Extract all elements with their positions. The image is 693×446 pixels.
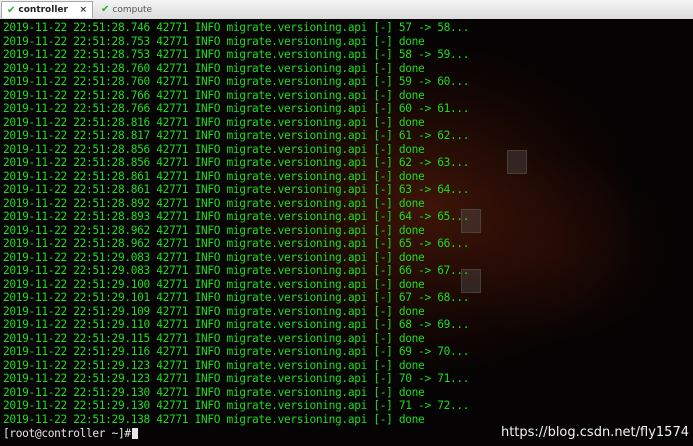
log-line: 2019-11-22 22:51:28.753 42771 INFO migra…: [3, 48, 470, 61]
log-line: 2019-11-22 22:51:28.766 42771 INFO migra…: [3, 88, 425, 102]
log-line: 2019-11-22 22:51:28.892 42771 INFO migra…: [3, 196, 425, 210]
log-line: 2019-11-22 22:51:29.101 42771 INFO migra…: [3, 291, 470, 304]
log-line: 2019-11-22 22:51:29.130 42771 INFO migra…: [3, 399, 470, 412]
close-icon[interactable]: ×: [79, 5, 87, 15]
log-line: 2019-11-22 22:51:28.962 42771 INFO migra…: [3, 237, 470, 250]
watermark: https://blog.csdn.net/fly1574: [500, 425, 689, 440]
log-line: 2019-11-22 22:51:28.816 42771 INFO migra…: [3, 115, 425, 129]
log-line: 2019-11-22 22:51:28.766 42771 INFO migra…: [3, 102, 470, 115]
log-line: 2019-11-22 22:51:28.856 42771 INFO migra…: [3, 156, 470, 169]
log-line: 2019-11-22 22:51:29.100 42771 INFO migra…: [3, 277, 425, 291]
log-line: 2019-11-22 22:51:29.115 42771 INFO migra…: [3, 331, 425, 345]
log-line: 2019-11-22 22:51:29.110 42771 INFO migra…: [3, 318, 470, 331]
log-line: 2019-11-22 22:51:29.123 42771 INFO migra…: [3, 372, 470, 385]
log-line: 2019-11-22 22:51:28.760 42771 INFO migra…: [3, 61, 425, 75]
tab-compute[interactable]: ✔ compute: [96, 1, 186, 18]
tab-bar: ✔ controller × ✔ compute: [0, 0, 693, 20]
tab-label: controller: [18, 5, 68, 15]
log-line: 2019-11-22 22:51:29.109 42771 INFO migra…: [3, 304, 425, 318]
desktop-file-icon: [507, 150, 527, 174]
log-line: 2019-11-22 22:51:28.861 42771 INFO migra…: [3, 169, 425, 183]
log-line: 2019-11-22 22:51:29.083 42771 INFO migra…: [3, 250, 425, 264]
log-line: 2019-11-22 22:51:28.746 42771 INFO migra…: [3, 21, 470, 34]
shell-prompt[interactable]: [root@controller ~]#: [3, 427, 138, 440]
log-line: 2019-11-22 22:51:28.893 42771 INFO migra…: [3, 210, 470, 223]
prompt-text: [root@controller ~]#: [3, 427, 131, 440]
check-icon: ✔: [101, 4, 110, 15]
log-line: 2019-11-22 22:51:28.861 42771 INFO migra…: [3, 183, 470, 196]
cursor: [131, 428, 138, 439]
log-line: 2019-11-22 22:51:29.116 42771 INFO migra…: [3, 345, 470, 358]
log-line: 2019-11-22 22:51:28.817 42771 INFO migra…: [3, 129, 470, 142]
log-line: 2019-11-22 22:51:29.130 42771 INFO migra…: [3, 385, 425, 399]
terminal-output[interactable]: 2019-11-22 22:51:28.746 42771 INFO migra…: [0, 19, 693, 446]
log-line: 2019-11-22 22:51:29.123 42771 INFO migra…: [3, 358, 425, 372]
tab-label: compute: [112, 4, 153, 15]
log-line: 2019-11-22 22:51:28.760 42771 INFO migra…: [3, 75, 470, 88]
log-line: 2019-11-22 22:51:28.962 42771 INFO migra…: [3, 223, 425, 237]
log-line: 2019-11-22 22:51:28.856 42771 INFO migra…: [3, 142, 425, 156]
tab-controller[interactable]: ✔ controller ×: [1, 1, 93, 18]
log-line: 2019-11-22 22:51:29.138 42771 INFO migra…: [3, 412, 425, 426]
check-icon: ✔: [7, 4, 16, 16]
log-lines: 2019-11-22 22:51:28.746 42771 INFO migra…: [3, 21, 469, 426]
log-line: 2019-11-22 22:51:29.083 42771 INFO migra…: [3, 264, 470, 277]
log-line: 2019-11-22 22:51:28.753 42771 INFO migra…: [3, 34, 425, 48]
